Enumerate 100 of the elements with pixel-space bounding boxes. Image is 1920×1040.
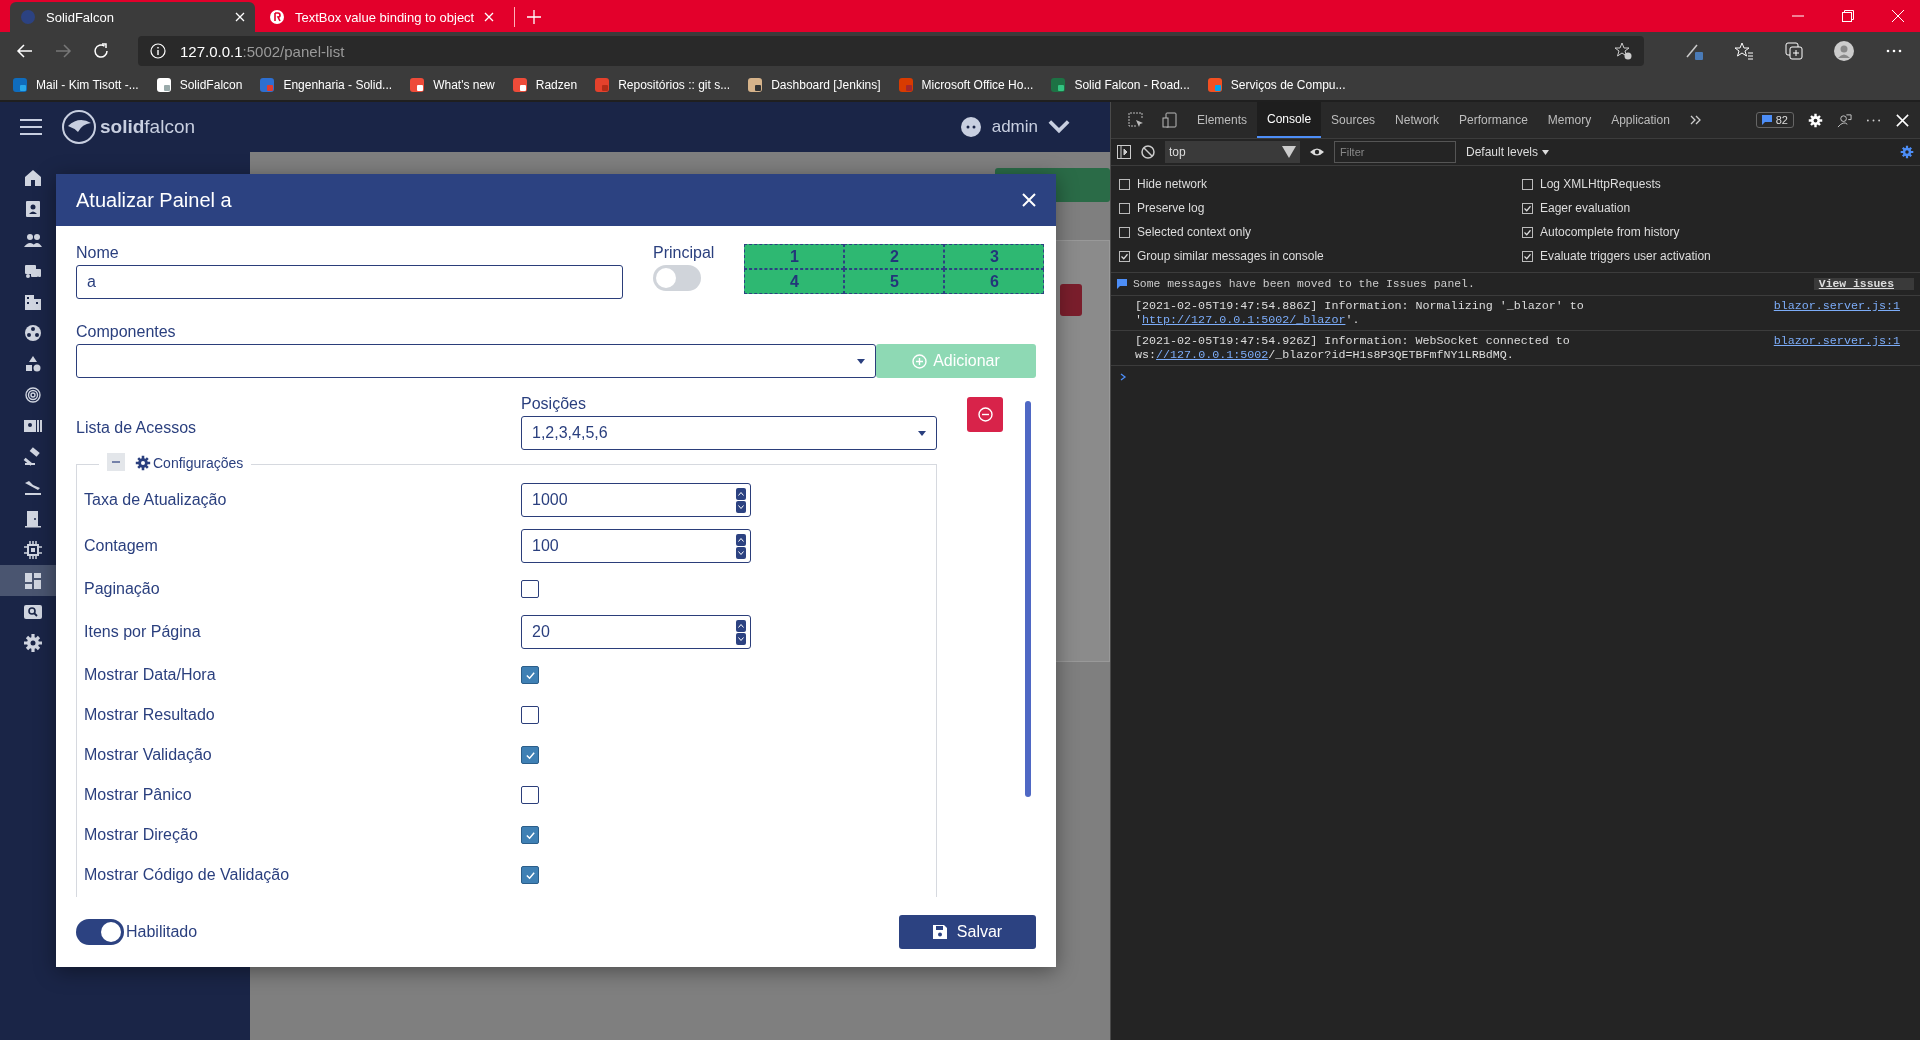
checkbox[interactable]	[1119, 250, 1130, 262]
refresh-icon[interactable]	[92, 42, 110, 60]
toggle-switch[interactable]	[76, 919, 124, 945]
spinner-buttons[interactable]	[736, 487, 746, 513]
devtools-tab[interactable]: Application	[1601, 102, 1680, 138]
number-input[interactable]: 1000	[521, 483, 751, 517]
dropdown[interactable]: 1,2,3,4,5,6	[521, 416, 937, 450]
grid-cell[interactable]: 4	[744, 269, 845, 294]
menu-icon[interactable]	[20, 118, 42, 136]
grid-cell[interactable]: 5	[844, 269, 945, 294]
door-icon	[22, 508, 43, 529]
add-favorite-icon[interactable]	[1614, 42, 1632, 60]
devtools-tab[interactable]: Network	[1385, 102, 1450, 138]
filter-field[interactable]: Filter	[1334, 141, 1456, 163]
info-icon[interactable]	[150, 43, 166, 59]
bookmark[interactable]: Microsoft Office Ho...	[897, 77, 1034, 93]
scrollbar[interactable]	[1025, 401, 1031, 797]
caret-icon[interactable]	[918, 430, 926, 436]
url-link[interactable]: http://127.0.0.1:5002/_blazor	[1142, 313, 1346, 327]
source-link[interactable]: blazor.server.js:1	[1773, 334, 1914, 362]
devtools-tab[interactable]: Memory	[1537, 102, 1602, 138]
dashboard-icon	[22, 570, 43, 591]
bookmark[interactable]: Serviços de Compu...	[1206, 77, 1346, 93]
prompt-icon[interactable]	[1119, 373, 1127, 381]
bookmark-icon	[594, 77, 611, 93]
back-icon[interactable]	[16, 42, 34, 60]
bookmark[interactable]: Repositórios :: git s...	[594, 77, 731, 93]
checkbox[interactable]	[1119, 178, 1130, 190]
devtools-tab[interactable]: Performance	[1449, 102, 1538, 138]
close-icon[interactable]	[1895, 112, 1910, 128]
checkbox[interactable]	[1119, 202, 1130, 214]
levels-dropdown[interactable]: Default levels	[1466, 145, 1550, 159]
checkbox[interactable]	[1522, 178, 1533, 190]
input-field[interactable]: a	[76, 265, 623, 299]
grid-cell[interactable]: 6	[944, 269, 1045, 294]
devtools-tab[interactable]: Console	[1257, 102, 1322, 138]
check-icon	[524, 669, 536, 681]
avatar-icon[interactable]	[1834, 41, 1854, 61]
plus-circle-icon	[912, 353, 928, 369]
close-icon[interactable]	[1022, 193, 1036, 207]
browser-tab[interactable]: TextBox value binding to object	[259, 2, 504, 32]
bookmark[interactable]: Engenharia - Solid...	[259, 77, 393, 93]
number-input[interactable]: 100	[521, 529, 751, 563]
remove-button[interactable]	[967, 397, 1003, 432]
devtools-tab[interactable]: Sources	[1321, 102, 1386, 138]
caret-icon[interactable]	[857, 358, 865, 364]
grid-cell[interactable]: 3	[944, 244, 1045, 269]
dialog-title: Atualizar Painel a	[76, 188, 233, 212]
checkbox[interactable]	[521, 706, 539, 724]
bookmark[interactable]: Radzen	[511, 77, 578, 93]
checkbox[interactable]	[521, 786, 539, 804]
clear-icon[interactable]	[1141, 145, 1155, 159]
checkbox[interactable]	[521, 826, 539, 844]
bookmark[interactable]: Solid Falcon - Road...	[1050, 77, 1190, 93]
spinner-buttons[interactable]	[736, 619, 746, 645]
toggle-switch[interactable]	[653, 265, 701, 291]
more-tabs-icon[interactable]	[1689, 114, 1702, 126]
checkbox[interactable]	[1522, 226, 1533, 238]
bookmark[interactable]: Mail - Kim Tisott -...	[12, 77, 139, 93]
checkbox-label: Group similar messages in console	[1137, 249, 1324, 263]
address-bar[interactable]: 127.0.0.1:5002/panel-list	[138, 36, 1644, 66]
spinner-buttons[interactable]	[736, 533, 746, 559]
grid-cell[interactable]: 1	[744, 244, 845, 269]
checkbox[interactable]	[521, 580, 539, 598]
issues-badge[interactable]: 82	[1755, 112, 1794, 128]
browser-tab[interactable]: SolidFalcon	[10, 2, 255, 32]
inspect-icon[interactable]	[1128, 112, 1144, 128]
number-input[interactable]: 20	[521, 615, 751, 649]
forward-icon[interactable]	[54, 42, 72, 60]
checkbox[interactable]	[1522, 250, 1533, 262]
devtools-tab[interactable]: Elements	[1187, 102, 1258, 138]
dropdown[interactable]	[76, 344, 876, 378]
console-message: [2021-02-05T19:47:54.926Z] Information: WebSocket connected to ws://127.0.0.1:5002/_blazor?id=H1s8P3QETBFmfNY1LRBdMQ.	[1135, 334, 1571, 362]
url-text: 127.0.0.1:5002/panel-list	[180, 42, 345, 60]
grid-cell[interactable]: 2	[844, 244, 945, 269]
sidebar-toggle-icon[interactable]	[1117, 145, 1131, 159]
bookmark[interactable]: SolidFalcon	[155, 77, 243, 93]
bookmark-icon	[155, 77, 172, 93]
collections-icon[interactable]	[1784, 41, 1804, 61]
view-issues-link[interactable]: View issues	[1813, 278, 1914, 290]
context-dropdown[interactable]: top	[1165, 141, 1300, 163]
checkbox[interactable]	[521, 866, 539, 884]
close-icon[interactable]	[235, 12, 245, 22]
save-button[interactable]: Salvar	[899, 915, 1036, 949]
checkbox[interactable]	[521, 666, 539, 684]
checkbox[interactable]	[521, 746, 539, 764]
source-link[interactable]: blazor.server.js:1	[1773, 299, 1914, 327]
user-face-icon[interactable]	[959, 116, 982, 138]
bookmark[interactable]: What's new	[409, 77, 495, 93]
new-tab-icon[interactable]	[527, 10, 541, 24]
url-link[interactable]: //127.0.0.1:5002	[1156, 348, 1269, 362]
collapse-button[interactable]	[107, 453, 125, 471]
user-name[interactable]: admin	[991, 117, 1038, 137]
restore-icon[interactable]	[1842, 10, 1854, 22]
checkbox[interactable]	[1522, 202, 1533, 214]
favorites-icon[interactable]	[1734, 41, 1754, 61]
checkbox[interactable]	[1119, 226, 1130, 238]
device-icon[interactable]	[1162, 112, 1178, 128]
feedback-icon[interactable]	[1837, 112, 1852, 128]
bookmark[interactable]: Dashboard [Jenkins]	[747, 77, 881, 93]
